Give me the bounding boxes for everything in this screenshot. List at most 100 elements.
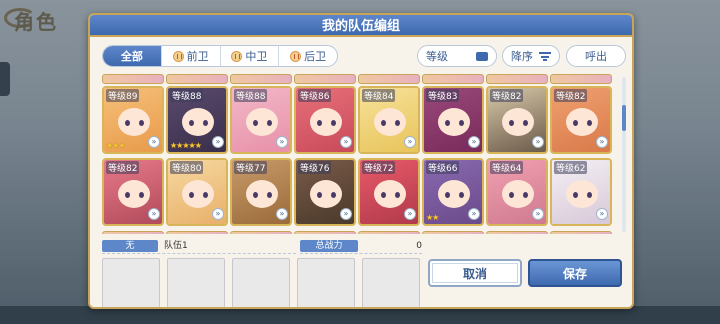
scrollbar-thumb[interactable]	[622, 105, 626, 131]
character-card-partial[interactable]	[294, 74, 356, 84]
character-card-partial[interactable]	[486, 74, 548, 84]
character-face	[310, 180, 342, 208]
character-level: 等级88	[234, 89, 268, 102]
character-card-partial[interactable]	[358, 74, 420, 84]
character-face	[246, 180, 278, 208]
character-card-partial[interactable]	[550, 231, 612, 234]
position-arrow-icon: »	[596, 136, 608, 148]
character-face	[182, 108, 214, 136]
character-card[interactable]: 等级76 »	[294, 158, 356, 226]
character-card[interactable]: 等级64 »	[486, 158, 548, 226]
team-name: 队伍1	[164, 241, 188, 251]
character-eye	[509, 192, 514, 198]
character-card[interactable]: 等级89 ★★★ »	[102, 86, 164, 154]
character-eye	[253, 192, 258, 198]
position-arrow-icon: »	[212, 136, 224, 148]
character-card[interactable]: 等级84 »	[358, 86, 420, 154]
character-card[interactable]: 等级72 »	[358, 158, 420, 226]
grid-scrollbar[interactable]	[622, 77, 626, 232]
character-card[interactable]: 等级66 ★★ »	[422, 158, 484, 226]
character-eye	[395, 120, 400, 126]
position-tabs: 全部 前卫 中卫 后卫	[102, 45, 338, 67]
character-level: 等级88	[170, 89, 204, 102]
character-face	[438, 108, 470, 136]
position-arrow-icon: »	[404, 136, 416, 148]
character-card[interactable]: 等级62 »	[550, 158, 612, 226]
total-power-value: 0	[416, 241, 422, 251]
middle-position-icon	[231, 50, 243, 62]
character-card-partial[interactable]	[166, 74, 228, 84]
character-face	[374, 108, 406, 136]
tab-front[interactable]: 前卫	[162, 46, 221, 66]
character-card-partial[interactable]	[422, 231, 484, 234]
character-eye	[125, 192, 130, 198]
character-card-partial[interactable]	[422, 74, 484, 84]
character-card-partial[interactable]	[102, 74, 164, 84]
filter-row: 全部 前卫 中卫 后卫 等级 降序 呼出	[102, 45, 626, 69]
save-button[interactable]: 保存	[528, 259, 622, 287]
team-slot-2[interactable]	[167, 258, 225, 307]
character-eye	[189, 192, 194, 198]
team-slot-5[interactable]	[362, 258, 420, 307]
character-card[interactable]: 等级86 »	[294, 86, 356, 154]
sort-level-label: 等级	[426, 50, 448, 63]
divider	[102, 253, 296, 254]
front-position-icon	[172, 50, 184, 62]
star-rating: ★★★	[106, 141, 125, 150]
star-rating: ★★	[426, 213, 439, 222]
character-face	[566, 180, 598, 208]
tab-label: 全部	[120, 50, 143, 63]
tab-middle[interactable]: 中卫	[221, 46, 280, 66]
cancel-button[interactable]: 取消	[428, 259, 522, 287]
team-slot-4[interactable]	[297, 258, 355, 307]
character-card[interactable]: 等级88 »	[230, 86, 292, 154]
team-info-bar: 无 队伍1 总战力 0	[102, 240, 422, 254]
tab-all[interactable]: 全部	[103, 46, 162, 66]
sort-by-level-button[interactable]: 等级	[417, 45, 497, 67]
character-face	[566, 108, 598, 136]
character-card[interactable]: 等级82 »	[102, 158, 164, 226]
character-eye	[381, 192, 386, 198]
position-arrow-icon: »	[468, 208, 480, 220]
summon-button[interactable]: 呼出	[566, 45, 626, 67]
character-card-partial[interactable]	[166, 231, 228, 234]
character-eye	[573, 120, 578, 126]
character-face	[310, 108, 342, 136]
character-card-partial[interactable]	[358, 231, 420, 234]
character-eye	[203, 192, 208, 198]
character-eye	[381, 120, 386, 126]
position-arrow-icon: »	[404, 208, 416, 220]
character-eye	[445, 120, 450, 126]
character-card-partial[interactable]	[230, 231, 292, 234]
tab-label: 中卫	[245, 50, 268, 63]
character-card-partial[interactable]	[102, 231, 164, 234]
character-eye	[139, 192, 144, 198]
character-card-partial[interactable]	[230, 74, 292, 84]
position-arrow-icon: »	[340, 136, 352, 148]
character-card[interactable]: 等级82 »	[550, 86, 612, 154]
position-arrow-icon: »	[276, 208, 288, 220]
character-eye	[203, 120, 208, 126]
character-card-partial[interactable]	[294, 231, 356, 234]
character-card[interactable]: 等级88 ★★★★★ »	[166, 86, 228, 154]
character-level: 等级77	[234, 161, 268, 174]
sort-order-button[interactable]: 降序	[502, 45, 560, 67]
position-arrow-icon: »	[532, 136, 544, 148]
sort-order-label: 降序	[511, 50, 533, 63]
team-slot-1[interactable]	[102, 258, 160, 307]
character-eye	[523, 120, 528, 126]
team-slot-3[interactable]	[232, 258, 290, 307]
character-card[interactable]: 等级80 »	[166, 158, 228, 226]
character-level: 等级62	[554, 161, 588, 174]
character-eye	[331, 120, 336, 126]
character-card-partial[interactable]	[550, 74, 612, 84]
character-card[interactable]: 等级77 »	[230, 158, 292, 226]
character-grid-area[interactable]: 等级89 ★★★» 等级88 ★★★★★» 等级88» 等级86» 等级84» 等级83» 等级…	[102, 74, 620, 234]
tab-back[interactable]: 后卫	[279, 46, 337, 66]
character-level: 等级72	[362, 161, 396, 174]
character-card-partial[interactable]	[486, 231, 548, 234]
character-card[interactable]: 等级83 »	[422, 86, 484, 154]
character-card[interactable]: 等级82 »	[486, 86, 548, 154]
character-face	[246, 108, 278, 136]
character-eye	[459, 120, 464, 126]
